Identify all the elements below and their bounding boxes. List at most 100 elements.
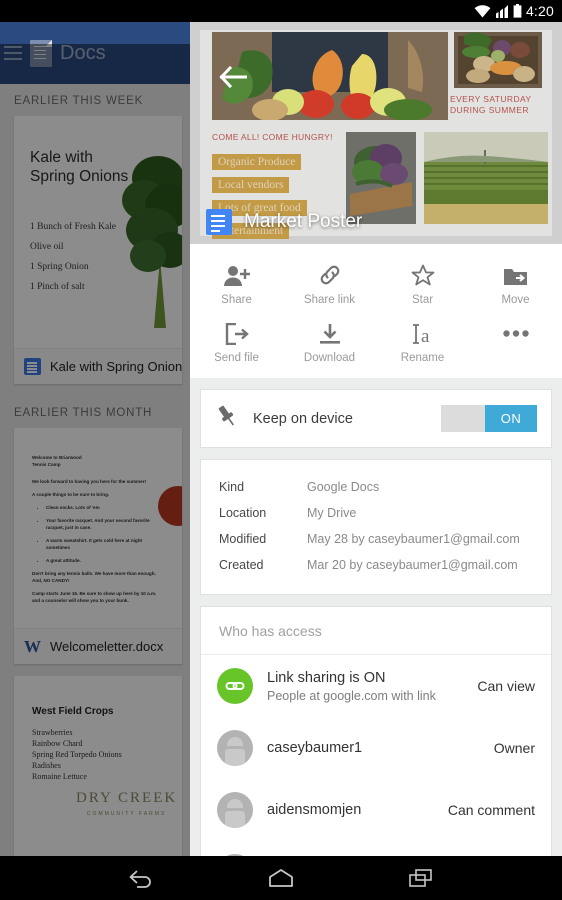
action-label: Send file <box>214 352 259 364</box>
docs-app-title: Docs <box>60 42 106 65</box>
hamburger-icon[interactable] <box>4 46 22 60</box>
list-item[interactable]: West Field Crops Strawberries Rainbow Ch… <box>14 676 182 856</box>
keep-on-device-toggle[interactable]: ON <box>441 405 537 432</box>
link-sharing-subtitle: People at google.com with link <box>267 689 467 703</box>
link-sharing-text: Link sharing is ON People at google.com … <box>267 670 467 703</box>
background-docs-app: Docs EARLIER THIS WEEK Kale withSpring O… <box>0 22 190 856</box>
action-grid: Share Share link <box>190 244 562 378</box>
action-label: Share link <box>304 294 355 306</box>
farm-logo: DRY CREEK COMMUNITY FARMS <box>76 790 177 817</box>
action-label: Move <box>501 294 529 306</box>
metadata-value: My Drive <box>307 506 356 520</box>
file-detail-panel: EVERY SATURDAY DURING SUMMER COME ALL! C… <box>190 22 562 856</box>
action-label: Star <box>412 294 433 306</box>
metadata-key: Created <box>219 558 307 572</box>
access-person-row[interactable]: rachelbarton Can edit <box>201 841 551 856</box>
poster-headline: COME ALL! COME HUNGRY! <box>212 132 333 142</box>
metadata-row: Modified May 28 by caseybaumer1@gmail.co… <box>201 526 551 552</box>
access-role: Can view <box>477 678 535 694</box>
battery-icon <box>513 4 522 18</box>
star-icon <box>411 263 435 287</box>
svg-text:a: a <box>421 326 430 345</box>
crate-image <box>454 32 542 88</box>
signal-icon <box>495 5 509 18</box>
thumb-bullets: Clean socks. Lots of 'em Your favorite r… <box>46 504 164 564</box>
toggle-track <box>441 405 485 432</box>
doc-thumbnail: West Field Crops Strawberries Rainbow Ch… <box>14 676 182 856</box>
thumb-title: West Field Crops <box>32 706 182 717</box>
keep-on-device-row[interactable]: Keep on device ON <box>201 390 551 447</box>
action-label: Download <box>304 352 355 364</box>
file-name: Kale with Spring Onions <box>50 359 182 374</box>
thumb-paragraph: A couple things to be sure to bring. <box>32 491 164 498</box>
link-chain-icon <box>217 668 253 704</box>
pin-icon <box>215 404 245 433</box>
action-label: Rename <box>401 352 444 364</box>
who-has-access-card: Who has access Link sharing is ON People… <box>200 606 552 856</box>
list-item-footer: W Welcomeletter.docx <box>14 628 182 664</box>
send-file-button[interactable]: Send file <box>190 312 283 370</box>
doc-thumbnail: Kale withSpring Onions 1 Bunch of Fresh … <box>14 116 182 348</box>
person-name: aidensmomjen <box>267 802 438 818</box>
status-clock: 4:20 <box>526 3 554 19</box>
metadata-key: Modified <box>219 532 307 546</box>
status-bar: 4:20 <box>0 0 562 22</box>
thumb-lines: 1 Bunch of Fresh Kale Olive oil 1 Spring… <box>30 222 116 302</box>
thumb-lines: Strawberries Rainbow Chard Spring Red To… <box>32 727 182 782</box>
rename-icon: a <box>410 321 436 345</box>
thumb-paragraph: Camp starts June 15. Be sure to show up … <box>32 590 164 604</box>
access-role: Can comment <box>448 802 535 818</box>
metadata-row: Created Mar 20 by caseybaumer1@gmail.com <box>201 552 551 578</box>
metadata-key: Kind <box>219 480 307 494</box>
access-header: Who has access <box>201 607 551 655</box>
recents-nav-icon[interactable] <box>398 861 444 895</box>
document-preview-header: EVERY SATURDAY DURING SUMMER COME ALL! C… <box>190 22 562 244</box>
move-button[interactable]: Move <box>469 254 562 312</box>
rename-button[interactable]: a Rename <box>376 312 469 370</box>
avatar-icon <box>217 730 253 766</box>
back-nav-icon[interactable] <box>118 861 164 895</box>
back-arrow-icon[interactable] <box>216 60 250 94</box>
link-sharing-row[interactable]: Link sharing is ON People at google.com … <box>201 655 551 717</box>
google-docs-icon <box>24 358 41 375</box>
download-icon <box>318 321 342 345</box>
list-item[interactable]: Kale withSpring Onions 1 Bunch of Fresh … <box>14 116 182 384</box>
metadata-card: Kind Google Docs Location My Drive Modif… <box>200 459 552 595</box>
home-nav-icon[interactable] <box>258 861 304 895</box>
access-person-row[interactable]: caseybaumer1 Owner <box>201 717 551 779</box>
metadata-row: Location My Drive <box>201 500 551 526</box>
overflow-menu-icon <box>503 321 529 345</box>
share-link-button[interactable]: Share link <box>283 254 376 312</box>
document-title-bar: Market Poster <box>190 200 562 244</box>
share-button[interactable]: Share <box>190 254 283 312</box>
google-docs-icon <box>206 209 232 235</box>
action-row-1: Share Share link <box>190 254 562 312</box>
link-icon <box>318 263 342 287</box>
list-item[interactable]: Welcome to BriarwoodTennis Camp We look … <box>14 428 182 664</box>
metadata-key: Location <box>219 506 307 520</box>
person-add-icon <box>224 263 250 287</box>
toggle-state-label: ON <box>485 405 537 432</box>
poster-tag: Local vendors <box>212 177 289 193</box>
star-button[interactable]: Star <box>376 254 469 312</box>
action-label: Share <box>221 294 252 306</box>
metadata-row: Kind Google Docs <box>201 474 551 500</box>
docs-app-bar: Docs <box>0 22 190 84</box>
section-header-week: EARLIER THIS WEEK <box>0 84 190 116</box>
docs-logo-icon <box>30 40 52 67</box>
person-name: caseybaumer1 <box>267 740 484 756</box>
wifi-icon <box>474 5 491 18</box>
avatar-icon <box>217 792 253 828</box>
doc-thumbnail: Welcome to BriarwoodTennis Camp We look … <box>14 428 182 628</box>
folder-move-icon <box>503 263 529 287</box>
download-button[interactable]: Download <box>283 312 376 370</box>
android-nav-bar <box>0 856 562 900</box>
metadata-value: Mar 20 by caseybaumer1@gmail.com <box>307 558 518 572</box>
access-person-row[interactable]: aidensmomjen Can comment <box>201 779 551 841</box>
section-header-month: EARLIER THIS MONTH <box>0 396 190 428</box>
thumb-paragraph: We look forward to having you here for t… <box>32 478 164 485</box>
keep-on-device-label: Keep on device <box>253 411 441 427</box>
metadata-value: Google Docs <box>307 480 379 494</box>
overflow-menu-button[interactable] <box>469 312 562 370</box>
thumb-title: Welcome to BriarwoodTennis Camp <box>32 454 164 468</box>
